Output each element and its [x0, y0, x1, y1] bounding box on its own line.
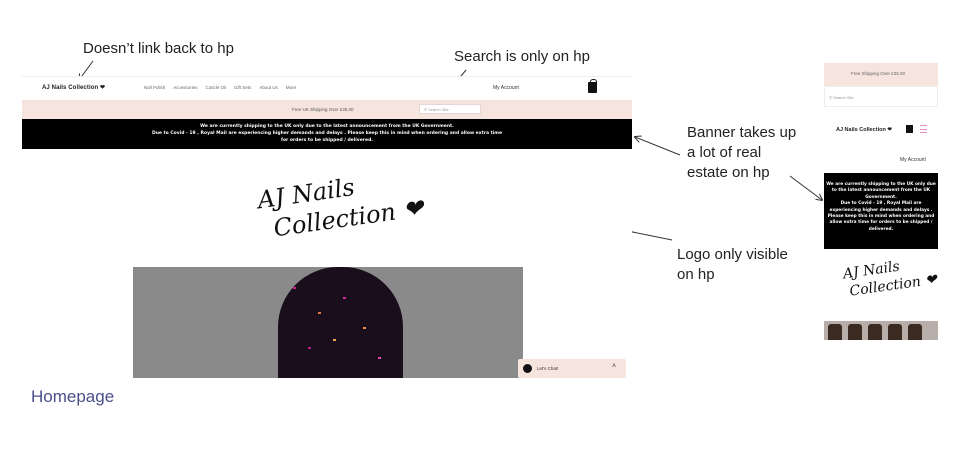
menu-item-more[interactable]: More — [286, 85, 296, 90]
mobile-search-input[interactable]: ⚲ Search Site — [824, 86, 938, 107]
search-placeholder: Search Site — [833, 95, 854, 100]
desktop-search-input[interactable]: ⚲ Search Site — [419, 104, 481, 114]
banner-line: delivered. — [868, 226, 894, 232]
nail-swatch — [908, 324, 922, 340]
cart-bag-icon[interactable] — [906, 125, 913, 133]
nail-swatch — [868, 324, 882, 340]
banner-line: allow extra time for orders to be shippe… — [829, 220, 933, 226]
glitter-fleck — [378, 357, 381, 359]
banner-line: for orders to be shipped / delivered. — [281, 138, 373, 143]
arrow-banner-desktop — [635, 137, 681, 156]
glitter-fleck — [293, 287, 296, 289]
mobile-covid-banner: We are currently shipping to the UK only… — [824, 173, 938, 249]
banner-line: to the latest announcement from the UK — [831, 188, 931, 194]
desktop-covid-banner: We are currently shipping to the UK only… — [22, 119, 632, 149]
hamburger-menu-icon[interactable] — [920, 125, 927, 133]
search-icon: ⚲ — [829, 95, 832, 100]
chat-avatar-icon — [523, 364, 532, 373]
menu-item-gift-sets[interactable]: Gift Sets — [234, 85, 251, 90]
desktop-nav: AJ Nails Collection ❤ Nail Polish Access… — [22, 76, 632, 100]
menu-item-about-us[interactable]: About Us — [259, 85, 278, 90]
chevron-up-icon[interactable]: ˄ — [612, 363, 616, 370]
nail-polish-bottle-image — [278, 267, 403, 378]
search-placeholder: Search Site — [428, 107, 449, 112]
banner-line: We are currently shipping to the UK only… — [200, 124, 454, 129]
nail-swatch — [828, 324, 842, 340]
glitter-fleck — [333, 339, 336, 341]
desktop-logo: AJ Nails Collection ❤ — [256, 163, 426, 245]
banner-line: Due to Covid - 19 , Royal Mail are exper… — [151, 131, 503, 136]
glitter-fleck — [363, 327, 366, 329]
desktop-screenshot: AJ Nails Collection ❤ Nail Polish Access… — [22, 76, 632, 378]
mobile-screenshot: Free Shipping Over £35.00 ⚲ Search Site … — [824, 63, 938, 340]
nail-swatch — [888, 324, 902, 340]
glitter-fleck — [318, 312, 321, 314]
menu-item-accessories[interactable]: Accessories — [173, 85, 197, 90]
desktop-brand[interactable]: AJ Nails Collection ❤ — [42, 84, 105, 91]
cart-bag-icon[interactable] — [588, 79, 597, 93]
search-icon: ⚲ — [424, 107, 427, 112]
menu-item-cuticle-oil[interactable]: Cuticle Oil — [206, 85, 227, 90]
banner-line: Due to Covid - 19 , Royal Mail are — [840, 201, 922, 207]
nail-swatch — [848, 324, 862, 340]
mobile-account-link[interactable]: My Account — [900, 157, 926, 163]
glitter-fleck — [343, 297, 346, 299]
glitter-fleck — [308, 347, 311, 349]
mobile-promo-bar: Free Shipping Over £35.00 — [824, 63, 938, 86]
mobile-hero-image — [824, 321, 938, 340]
mobile-logo: AJ Nails Collection ❤ — [842, 253, 938, 301]
section-label-homepage: Homepage — [31, 387, 115, 406]
desktop-promo-text: Free UK Shipping Over £35.00 — [292, 107, 354, 112]
desktop-promo-bar: Free UK Shipping Over £35.00 ⚲ Search Si… — [22, 100, 632, 119]
menu-item-nail-polish[interactable]: Nail Polish — [144, 85, 165, 90]
desktop-menu: Nail Polish Accessories Cuticle Oil Gift… — [144, 85, 296, 90]
mobile-promo-text: Free Shipping Over £35.00 — [851, 71, 906, 76]
hero-product-image — [133, 267, 523, 378]
chat-label: Let's Chat! — [537, 366, 559, 371]
desktop-account-link[interactable]: My Account — [493, 85, 519, 91]
mobile-brand[interactable]: AJ Nails Collection ❤ — [836, 127, 892, 133]
arrow-banner-mobile — [789, 175, 822, 200]
chat-widget[interactable]: Let's Chat! ˄ — [518, 359, 626, 378]
